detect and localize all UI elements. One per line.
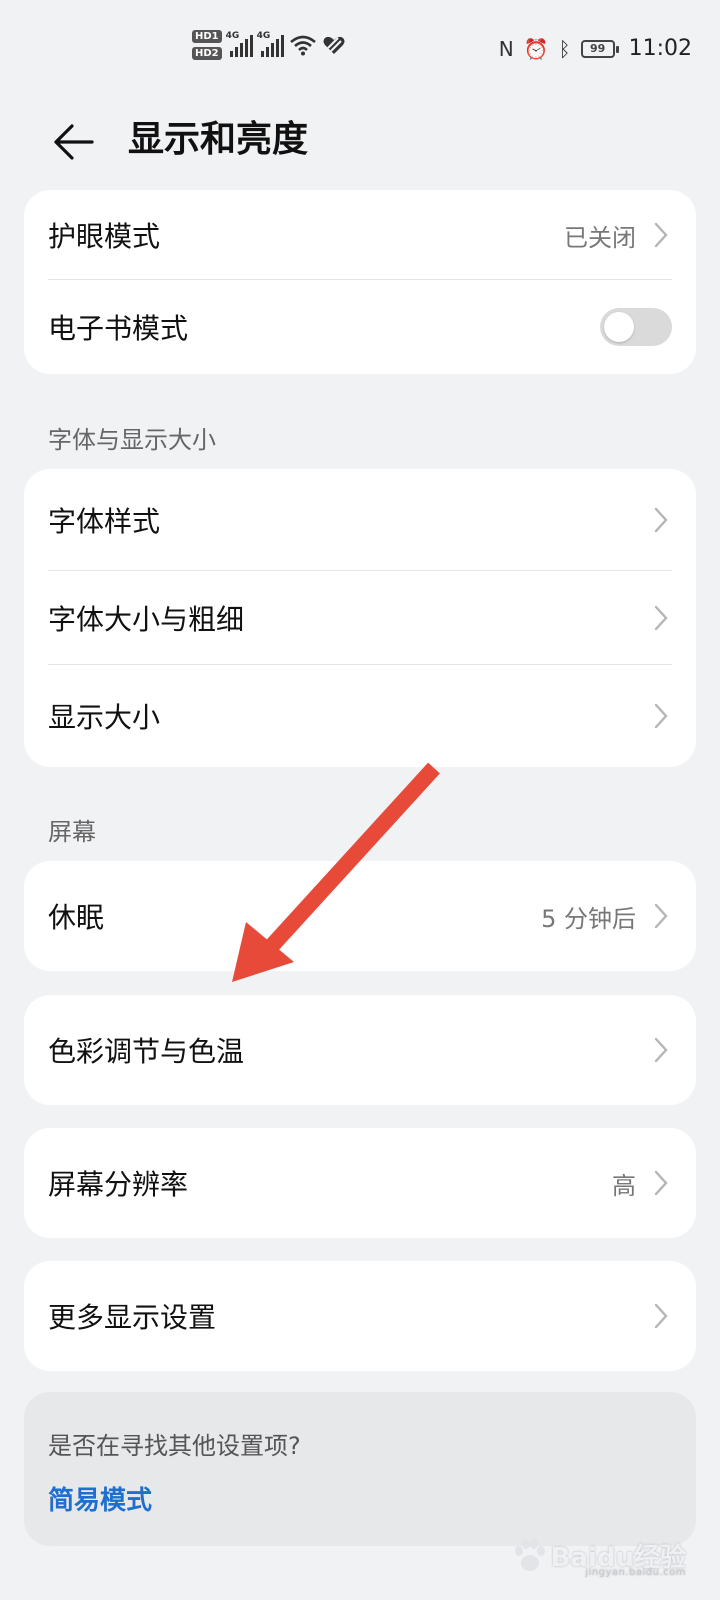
- color-temp-label: 色彩调节与色温: [48, 1035, 245, 1068]
- display-size-row[interactable]: 显示大小: [24, 665, 696, 767]
- sleep-value: 5 分钟后: [541, 904, 636, 933]
- alarm-icon: ⏰: [523, 36, 549, 61]
- simple-mode-link[interactable]: 简易模式: [48, 1480, 152, 1517]
- status-right: N ⏰ ᛒ 99 11:02: [499, 36, 692, 61]
- status-bar: HD1 HD2 4G 4G N ⏰ ᛒ 99 11:02: [0, 0, 720, 96]
- wifi-icon: [289, 35, 316, 56]
- font-size-weight-label: 字体大小与粗细: [48, 603, 245, 636]
- resolution-row[interactable]: 屏幕分辨率 高: [24, 1128, 696, 1238]
- chevron-right-icon: [650, 700, 672, 732]
- font-style-row[interactable]: 字体样式: [24, 469, 696, 571]
- color-temp-card: 色彩调节与色温: [24, 995, 696, 1105]
- sleep-label: 休眠: [48, 901, 105, 934]
- resolution-value: 高: [612, 1171, 636, 1200]
- chevron-right-icon: [650, 602, 672, 634]
- ebook-mode-row: 电子书模式: [24, 280, 696, 374]
- font-style-label: 字体样式: [48, 505, 161, 538]
- back-arrow-icon: [54, 124, 94, 160]
- chevron-right-icon: [650, 1034, 672, 1066]
- more-display-label: 更多显示设置: [48, 1301, 217, 1334]
- hd2-icon: HD2: [192, 47, 222, 60]
- sleep-card: 休眠 5 分钟后: [24, 861, 696, 971]
- paw-logo-icon: [514, 1538, 545, 1571]
- display-size-label: 显示大小: [48, 701, 161, 734]
- page-title: 显示和亮度: [128, 119, 309, 160]
- suggestion-card: 是否在寻找其他设置项? 简易模式: [24, 1392, 696, 1546]
- nfc-icon: N: [498, 36, 514, 61]
- network-type-1: 4G: [225, 31, 240, 41]
- chevron-right-icon: [650, 504, 672, 536]
- font-settings-card: 字体样式 字体大小与粗细 显示大小: [24, 469, 696, 767]
- status-left: HD1 HD2 4G 4G: [192, 30, 346, 60]
- screen-section-title: 屏幕: [48, 818, 96, 846]
- sleep-row[interactable]: 休眠 5 分钟后: [24, 861, 696, 971]
- chevron-right-icon: [650, 1167, 672, 1199]
- hd-icons: HD1 HD2: [192, 30, 222, 60]
- eye-mode-label: 护眼模式: [48, 220, 161, 253]
- font-size-weight-row[interactable]: 字体大小与粗细: [24, 571, 696, 665]
- signal-2-icon: 4G: [256, 31, 284, 57]
- heart-link-icon: [323, 36, 345, 54]
- signal-1-icon: 4G: [225, 31, 253, 57]
- font-section-title: 字体与显示大小: [48, 426, 216, 454]
- ebook-mode-label: 电子书模式: [48, 312, 189, 345]
- watermark-url: jingyan.baidu.com: [585, 1567, 686, 1578]
- battery-level: 99: [589, 42, 606, 55]
- chevron-right-icon: [650, 900, 672, 932]
- eye-mode-row[interactable]: 护眼模式 已关闭: [24, 190, 696, 280]
- clock: 11:02: [628, 36, 692, 61]
- hd1-icon: HD1: [192, 30, 222, 43]
- suggestion-question: 是否在寻找其他设置项?: [48, 1432, 301, 1460]
- bluetooth-icon: ᛒ: [558, 36, 571, 61]
- baidu-watermark: Baidu经验 jingyan.baidu.com: [511, 1537, 686, 1578]
- color-temp-row[interactable]: 色彩调节与色温: [24, 995, 696, 1105]
- ebook-mode-toggle[interactable]: [600, 308, 672, 346]
- resolution-label: 屏幕分辨率: [48, 1168, 189, 1201]
- resolution-card: 屏幕分辨率 高: [24, 1128, 696, 1238]
- battery-icon: 99: [580, 39, 619, 58]
- network-type-2: 4G: [256, 31, 271, 41]
- app-header: 显示和亮度: [0, 100, 720, 180]
- eye-mode-value: 已关闭: [564, 223, 636, 252]
- chevron-right-icon: [650, 1300, 672, 1332]
- eye-settings-card: 护眼模式 已关闭 电子书模式: [24, 190, 696, 374]
- chevron-right-icon: [650, 219, 672, 251]
- more-display-row[interactable]: 更多显示设置: [24, 1261, 696, 1371]
- more-display-card: 更多显示设置: [24, 1261, 696, 1371]
- back-button[interactable]: [44, 114, 100, 170]
